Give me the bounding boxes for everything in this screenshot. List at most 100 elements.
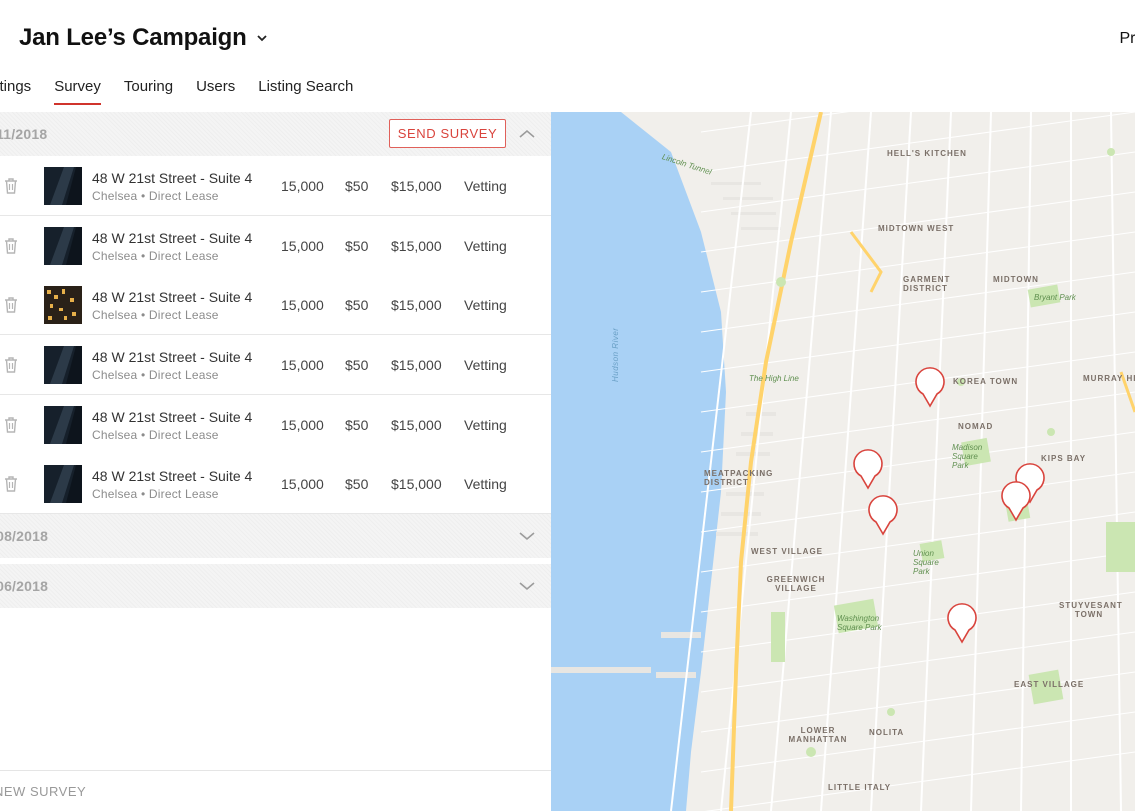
table-row[interactable]: 48 W 21st Street - Suite 4 Chelsea • Dire… xyxy=(0,275,551,335)
send-survey-button[interactable]: SEND SURVEY xyxy=(389,119,506,148)
chevron-down-icon[interactable] xyxy=(517,527,537,545)
listing-rate: $50 xyxy=(345,357,369,373)
map-label: Washington Square Park xyxy=(837,614,882,632)
listing-rate: $50 xyxy=(345,476,369,492)
listing-status: Vetting xyxy=(464,357,507,373)
map-label: WEST VILLAGE xyxy=(751,547,823,556)
map-label: STUYVESANT TOWN xyxy=(1059,601,1123,619)
map-label: LITTLE ITALY xyxy=(828,783,892,792)
listing-rate: $50 xyxy=(345,417,369,433)
listing-sqft: 15,000 xyxy=(281,417,324,433)
listing-thumbnail xyxy=(44,406,82,444)
map-label: GARMENT DISTRICT xyxy=(903,275,951,293)
listing-status: Vetting xyxy=(464,297,507,313)
listing-rate: $50 xyxy=(345,178,369,194)
map-label: EAST VILLAGE xyxy=(1014,680,1085,689)
trash-icon[interactable] xyxy=(3,475,19,493)
survey-group-header[interactable]: /11/2018 SEND SURVEY xyxy=(0,112,551,156)
listing-total: $15,000 xyxy=(391,297,442,313)
tab-bar: stings Survey Touring Users Listing Sear… xyxy=(0,78,376,105)
map-label: NOLITA xyxy=(869,728,905,737)
header: Jan Lee’s Campaign Pri stings Survey Tou… xyxy=(0,0,1135,112)
map-label: MEATPACKING DISTRICT xyxy=(704,469,774,487)
listing-thumbnail xyxy=(44,286,82,324)
listing-address: 48 W 21st Street - Suite 4 xyxy=(92,349,253,365)
listing-subtitle: Chelsea • Direct Lease xyxy=(92,189,219,203)
listing-address: 48 W 21st Street - Suite 4 xyxy=(92,289,253,305)
listing-sqft: 15,000 xyxy=(281,178,324,194)
chevron-down-icon[interactable] xyxy=(517,577,537,595)
trash-icon[interactable] xyxy=(3,416,19,434)
map[interactable]: HELL'S KITCHEN MIDTOWN WEST GARMENT DIST… xyxy=(551,112,1135,811)
map-pin[interactable] xyxy=(946,602,978,644)
listing-rate: $50 xyxy=(345,297,369,313)
map-label: NOMAD xyxy=(958,422,994,431)
listing-sqft: 15,000 xyxy=(281,357,324,373)
listing-total: $15,000 xyxy=(391,178,442,194)
listing-address: 48 W 21st Street - Suite 4 xyxy=(92,230,253,246)
listing-status: Vetting xyxy=(464,178,507,194)
listing-status: Vetting xyxy=(464,238,507,254)
trash-icon[interactable] xyxy=(3,356,19,374)
chevron-down-icon xyxy=(255,31,269,45)
tab-touring[interactable]: Touring xyxy=(124,78,173,105)
map-label: Bryant Park xyxy=(1034,293,1076,302)
map-pin[interactable] xyxy=(852,448,884,490)
map-label: Union Square Park xyxy=(913,549,939,576)
survey-group-header[interactable]: /06/2018 xyxy=(0,564,551,608)
listing-sqft: 15,000 xyxy=(281,238,324,254)
listing-thumbnail xyxy=(44,167,82,205)
map-label: LOWER MANHATTAN xyxy=(788,726,848,744)
campaign-selector[interactable]: Jan Lee’s Campaign xyxy=(19,24,269,52)
trash-icon[interactable] xyxy=(3,296,19,314)
listing-total: $15,000 xyxy=(391,238,442,254)
table-row[interactable]: 48 W 21st Street - Suite 4 Chelsea • Dire… xyxy=(0,216,551,276)
map-label: KOREA TOWN xyxy=(953,377,1019,386)
listing-address: 48 W 21st Street - Suite 4 xyxy=(92,468,253,484)
listing-status: Vetting xyxy=(464,417,507,433)
header-right-link[interactable]: Pri xyxy=(1119,30,1135,48)
map-pin[interactable] xyxy=(867,494,899,536)
listing-sqft: 15,000 xyxy=(281,476,324,492)
trash-icon[interactable] xyxy=(3,177,19,195)
map-label: MURRAY HI xyxy=(1083,374,1135,383)
campaign-title: Jan Lee’s Campaign xyxy=(19,24,247,51)
listing-status: Vetting xyxy=(464,476,507,492)
survey-date: /11/2018 xyxy=(0,126,48,142)
survey-panel: /11/2018 SEND SURVEY 48 W 21st Street - … xyxy=(0,112,551,811)
new-survey-button[interactable]: NEW SURVEY xyxy=(0,784,86,799)
survey-group-header[interactable]: /08/2018 xyxy=(0,514,551,558)
table-row[interactable]: 48 W 21st Street - Suite 4 Chelsea • Dire… xyxy=(0,335,551,395)
listing-subtitle: Chelsea • Direct Lease xyxy=(92,368,219,382)
listing-address: 48 W 21st Street - Suite 4 xyxy=(92,409,253,425)
listing-subtitle: Chelsea • Direct Lease xyxy=(92,428,219,442)
map-label: KIPS BAY xyxy=(1041,454,1087,463)
table-row[interactable]: 48 W 21st Street - Suite 4 Chelsea • Dire… xyxy=(0,395,551,455)
table-row[interactable]: 48 W 21st Street - Suite 4 Chelsea • Dire… xyxy=(0,454,551,514)
map-pin[interactable] xyxy=(1000,480,1032,522)
tab-survey[interactable]: Survey xyxy=(54,78,101,105)
listing-thumbnail xyxy=(44,465,82,503)
chevron-up-icon[interactable] xyxy=(517,125,537,143)
map-label: Hudson River xyxy=(611,327,620,382)
listing-address: 48 W 21st Street - Suite 4 xyxy=(92,170,253,186)
map-label: MIDTOWN xyxy=(993,275,1039,284)
tab-listings[interactable]: stings xyxy=(0,78,31,105)
tab-listing-search[interactable]: Listing Search xyxy=(258,78,353,105)
trash-icon[interactable] xyxy=(3,237,19,255)
listing-total: $15,000 xyxy=(391,357,442,373)
map-label: The High Line xyxy=(749,374,799,383)
map-label: MIDTOWN WEST xyxy=(878,224,955,233)
survey-date: /08/2018 xyxy=(0,528,49,544)
map-pin[interactable] xyxy=(914,366,946,408)
listing-total: $15,000 xyxy=(391,476,442,492)
listing-total: $15,000 xyxy=(391,417,442,433)
listing-sqft: 15,000 xyxy=(281,297,324,313)
listing-rate: $50 xyxy=(345,238,369,254)
listing-subtitle: Chelsea • Direct Lease xyxy=(92,487,219,501)
table-row[interactable]: 48 W 21st Street - Suite 4 Chelsea • Dire… xyxy=(0,156,551,216)
listing-subtitle: Chelsea • Direct Lease xyxy=(92,308,219,322)
listing-thumbnail xyxy=(44,346,82,384)
tab-users[interactable]: Users xyxy=(196,78,235,105)
listing-thumbnail xyxy=(44,227,82,265)
